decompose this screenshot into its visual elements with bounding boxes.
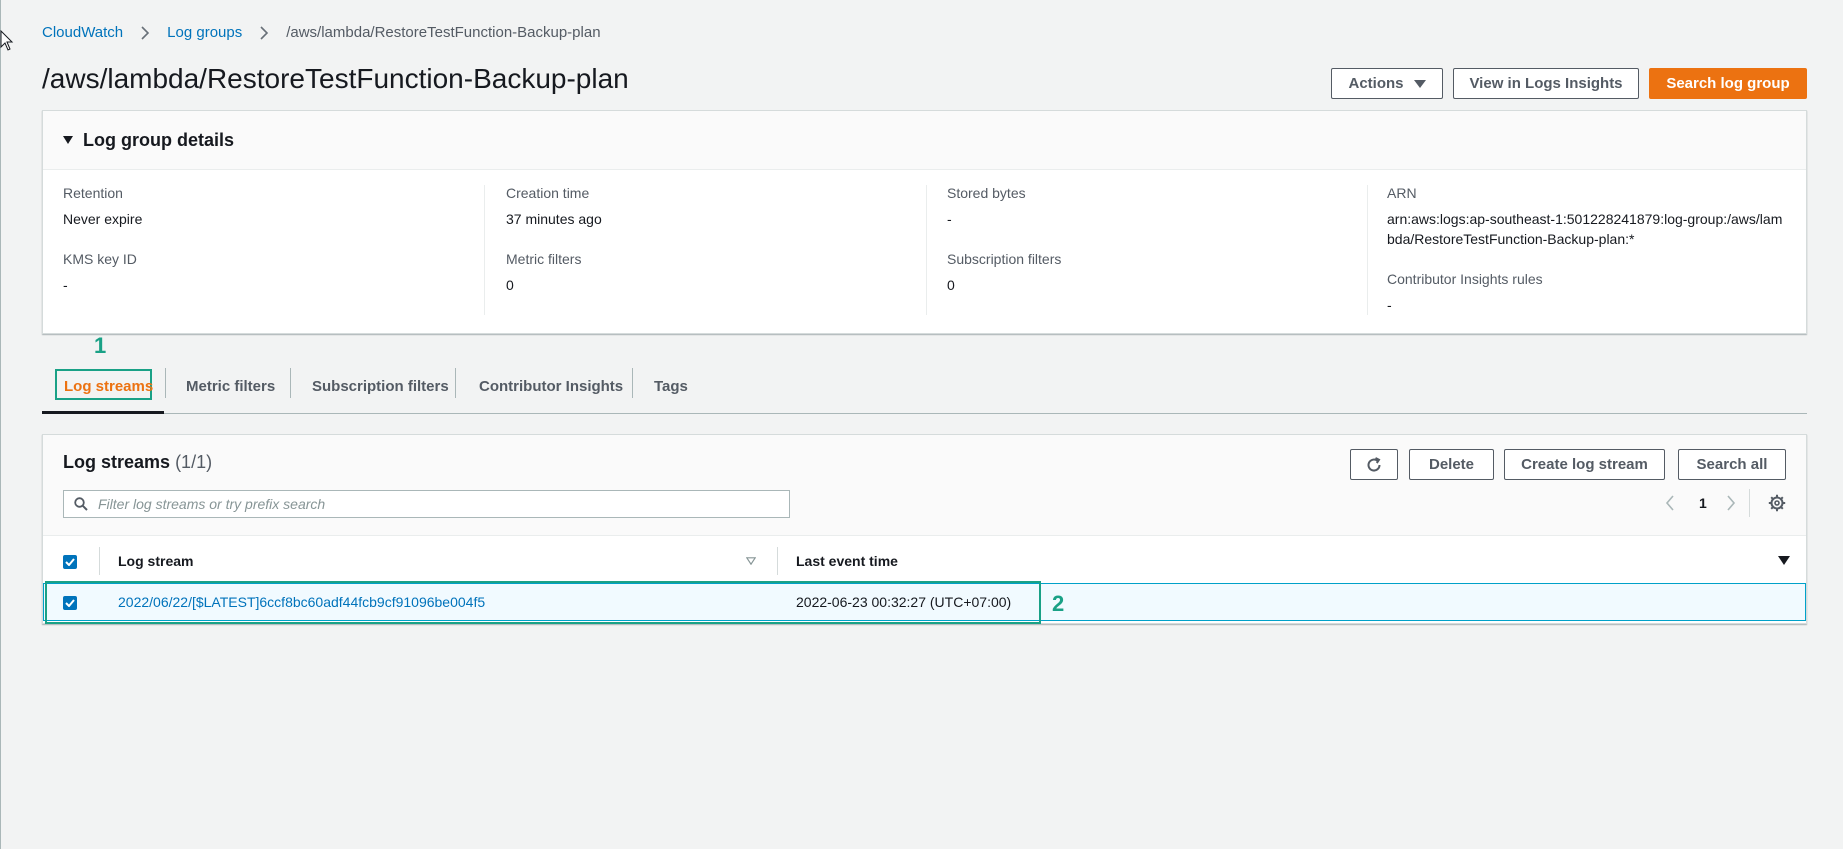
- search-icon: [74, 497, 88, 511]
- page-number[interactable]: 1: [1699, 495, 1707, 511]
- tab-divider: [632, 368, 633, 398]
- window-edge: [0, 0, 1, 849]
- create-log-stream-button[interactable]: Create log stream: [1504, 449, 1665, 480]
- tab-divider: [290, 368, 291, 398]
- log-streams-heading: Log streams: [63, 452, 171, 472]
- caret-down-icon[interactable]: [1778, 556, 1790, 565]
- column-header-last-event-time[interactable]: Last event time: [796, 553, 898, 569]
- sort-icon[interactable]: [746, 557, 756, 565]
- details-col-2: Creation time 37 minutes ago Metric filt…: [506, 185, 926, 317]
- arn-value: arn:aws:logs:ap-southeast-1:501228241879…: [1387, 211, 1783, 247]
- column-header-log-stream[interactable]: Log stream: [118, 553, 193, 569]
- tab-metric-filters[interactable]: Metric filters: [186, 378, 275, 395]
- breadcrumb-log-groups[interactable]: Log groups: [167, 24, 242, 41]
- breadcrumb-current: /aws/lambda/RestoreTestFunction-Backup-p…: [286, 24, 601, 41]
- metric-filters-value: 0: [506, 277, 514, 293]
- select-all-checkbox[interactable]: [63, 555, 77, 569]
- caret-down-icon: [1413, 79, 1426, 88]
- log-stream-search: [63, 490, 790, 518]
- column-divider: [484, 185, 485, 315]
- search-all-button[interactable]: Search all: [1678, 449, 1786, 480]
- chevron-right-icon: [256, 25, 272, 41]
- details-col-3: Stored bytes - Subscription filters 0: [947, 185, 1367, 317]
- metric-filters-label: Metric filters: [506, 251, 582, 267]
- log-stream-filter-input[interactable]: [96, 495, 750, 513]
- column-divider: [777, 547, 778, 575]
- breadcrumb-cloudwatch[interactable]: CloudWatch: [42, 24, 123, 41]
- pager-divider: [1749, 489, 1750, 517]
- subscription-filters-value: 0: [947, 277, 955, 293]
- kms-key-label: KMS key ID: [63, 251, 137, 267]
- actions-label: Actions: [1348, 75, 1404, 92]
- log-group-details-panel: Log group details Retention Never expire…: [42, 110, 1807, 334]
- log-streams-title: Log streams (1/1): [63, 452, 212, 473]
- tab-tags[interactable]: Tags: [654, 378, 688, 395]
- details-title: Log group details: [83, 129, 234, 150]
- breadcrumb: CloudWatch Log groups /aws/lambda/Restor…: [42, 24, 601, 41]
- subscription-filters-label: Subscription filters: [947, 251, 1062, 267]
- arn-label: ARN: [1387, 185, 1417, 201]
- refresh-button[interactable]: [1350, 449, 1398, 480]
- mouse-cursor-icon: [0, 30, 14, 51]
- contributor-rules-value: -: [1387, 297, 1392, 313]
- stored-bytes-label: Stored bytes: [947, 185, 1026, 201]
- column-divider: [926, 185, 927, 315]
- annotation-marker-2: 2: [1052, 591, 1065, 616]
- details-col-1: Retention Never expire KMS key ID -: [63, 185, 483, 317]
- creation-time-label: Creation time: [506, 185, 590, 201]
- tab-bar: Log streams Metric filters Subscription …: [42, 368, 1807, 414]
- retention-label: Retention: [63, 185, 123, 201]
- log-streams-header: Log streams (1/1) Delete Create log stre…: [43, 435, 1806, 536]
- refresh-icon: [1367, 456, 1381, 472]
- view-in-logs-insights-button[interactable]: View in Logs Insights: [1453, 68, 1639, 99]
- contributor-rules-label: Contributor Insights rules: [1387, 271, 1543, 287]
- log-streams-panel: Log streams (1/1) Delete Create log stre…: [42, 434, 1807, 624]
- creation-time-value: 37 minutes ago: [506, 211, 602, 227]
- log-streams-count: (1/1): [175, 452, 213, 472]
- active-tab-indicator: [42, 411, 164, 414]
- tab-contributor-insights[interactable]: Contributor Insights: [479, 378, 623, 395]
- tab-subscription-filters[interactable]: Subscription filters: [312, 378, 449, 395]
- gear-icon[interactable]: [1768, 494, 1786, 512]
- tab-log-streams[interactable]: Log streams: [64, 378, 153, 395]
- search-log-group-button[interactable]: Search log group: [1649, 68, 1807, 99]
- annotation-marker-1: 1: [94, 333, 107, 358]
- page-title: /aws/lambda/RestoreTestFunction-Backup-p…: [42, 63, 629, 94]
- kms-key-value: -: [63, 277, 68, 293]
- actions-dropdown-button[interactable]: Actions: [1331, 68, 1443, 99]
- caret-down-icon: [63, 136, 73, 144]
- tab-divider: [455, 368, 456, 398]
- delete-button[interactable]: Delete: [1409, 449, 1494, 480]
- stored-bytes-value: -: [947, 211, 952, 227]
- chevron-right-icon[interactable]: [1726, 495, 1736, 511]
- details-col-4: ARN arn:aws:logs:ap-southeast-1:50122824…: [1387, 185, 1787, 337]
- retention-value: Never expire: [63, 211, 143, 227]
- chevron-left-icon[interactable]: [1665, 495, 1675, 511]
- annotation-highlight-box: [45, 581, 1041, 624]
- checkmark-icon: [65, 558, 75, 566]
- tab-divider: [165, 368, 166, 398]
- chevron-right-icon: [137, 25, 153, 41]
- column-divider: [1367, 185, 1368, 315]
- details-header[interactable]: Log group details: [43, 111, 1806, 170]
- column-divider: [99, 547, 100, 575]
